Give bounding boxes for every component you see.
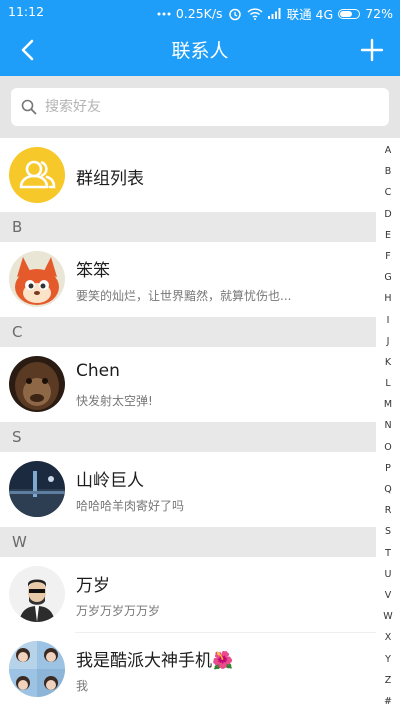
contact-signature: 哈哈哈羊肉寄好了吗 [76, 499, 185, 513]
index-letter-s[interactable]: S [385, 521, 391, 542]
signal-icon [267, 8, 281, 19]
page-title: 联系人 [171, 40, 229, 62]
section-header-s: S [0, 422, 376, 452]
group-people-icon [9, 147, 65, 203]
index-letter-g[interactable]: G [384, 267, 391, 288]
alphabet-index[interactable]: A B C D E F G H I J K L M N O P Q R S T U V W X Y Z # [376, 140, 400, 712]
contact-name: Chen [76, 361, 120, 381]
search-area [0, 76, 400, 138]
more-dots-icon [157, 12, 171, 15]
index-letter-v[interactable]: V [385, 585, 392, 606]
section-header-w: W [0, 527, 376, 557]
index-letter-q[interactable]: Q [384, 479, 391, 500]
contact-row[interactable]: Chen 快发射太空弹! [0, 347, 376, 422]
avatar [9, 251, 65, 307]
plus-icon [360, 38, 384, 62]
contact-name: 我是酷派大神手机🌺 [76, 651, 234, 671]
monkey-avatar-image [9, 356, 65, 412]
index-letter-d[interactable]: D [384, 204, 391, 225]
index-letter-y[interactable]: Y [385, 649, 391, 670]
night-scene-avatar-image [9, 461, 65, 517]
index-letter-k[interactable]: K [385, 352, 391, 373]
index-letter-f[interactable]: F [385, 246, 390, 267]
contact-signature: 万岁万岁万万岁 [76, 604, 161, 618]
add-contact-button[interactable] [352, 32, 392, 68]
index-letter-j[interactable]: J [387, 331, 390, 352]
contact-row[interactable]: 山岭巨人 哈哈哈羊肉寄好了吗 [0, 452, 376, 527]
title-bar: 联系人 [0, 24, 400, 76]
index-letter-x[interactable]: X [385, 627, 392, 648]
avatar [9, 461, 65, 517]
status-icons: 0.25K/s 联通 4G 72% [157, 4, 393, 23]
group-avatar [9, 147, 65, 203]
index-letter-a[interactable]: A [385, 140, 392, 161]
index-letter-b[interactable]: B [385, 161, 392, 182]
network-speed: 0.25K/s [175, 6, 223, 21]
search-input[interactable] [43, 98, 347, 116]
index-letter-hash[interactable]: # [384, 691, 392, 712]
contact-name: 万岁 [76, 576, 110, 596]
alarm-icon [228, 8, 241, 20]
carrier-label: 联通 4G [286, 7, 334, 22]
section-header-c: C [0, 317, 376, 347]
index-letter-h[interactable]: H [384, 288, 391, 309]
index-letter-l[interactable]: L [385, 373, 390, 394]
search-icon [21, 99, 37, 115]
index-letter-w[interactable]: W [383, 606, 392, 627]
battery-percent: 72% [365, 6, 393, 21]
wifi-icon [247, 7, 263, 20]
index-letter-t[interactable]: T [385, 543, 391, 564]
group-list-entry[interactable]: 群组列表 [0, 138, 376, 212]
status-bar: 11:12 0.25K/s 联通 4G 72% [0, 0, 400, 24]
index-letter-z[interactable]: Z [385, 670, 392, 691]
avatar [9, 566, 65, 622]
index-letter-c[interactable]: C [385, 182, 392, 203]
contact-signature: 我 [76, 679, 89, 693]
index-letter-u[interactable]: U [385, 564, 392, 585]
index-letter-i[interactable]: I [387, 310, 390, 331]
contact-name: 山岭巨人 [76, 471, 144, 491]
contact-name: 笨笨 [76, 261, 110, 281]
index-letter-e[interactable]: E [385, 225, 391, 246]
contact-list: 群组列表 B 笨笨 要笑的灿烂，让世界黯然，就算忧伤也... C Chen 快发… [0, 138, 376, 707]
collage-avatar-image [9, 641, 65, 697]
app-header: 11:12 0.25K/s 联通 4G 72% 联系人 [0, 0, 400, 76]
index-letter-p[interactable]: P [385, 458, 391, 479]
contact-row[interactable]: 笨笨 要笑的灿烂，让世界黯然，就算忧伤也... [0, 242, 376, 317]
contact-row[interactable]: 万岁 万岁万岁万万岁 [0, 557, 376, 632]
avatar [9, 356, 65, 412]
index-letter-o[interactable]: O [384, 437, 391, 458]
bearded-man-avatar-image [9, 566, 65, 622]
index-letter-r[interactable]: R [385, 500, 392, 521]
index-letter-m[interactable]: M [384, 394, 392, 415]
search-bar[interactable] [11, 88, 389, 126]
section-header-b: B [0, 212, 376, 242]
group-list-label: 群组列表 [76, 169, 144, 189]
contact-signature: 要笑的灿烂，让世界黯然，就算忧伤也... [76, 289, 292, 303]
status-time: 11:12 [8, 4, 45, 19]
contact-signature: 快发射太空弹! [76, 394, 153, 408]
battery-icon [338, 8, 361, 19]
index-letter-n[interactable]: N [384, 415, 391, 436]
contact-row[interactable]: 我是酷派大神手机🌺 我 [0, 632, 376, 707]
fox-avatar-image [9, 251, 65, 307]
avatar [9, 641, 65, 697]
